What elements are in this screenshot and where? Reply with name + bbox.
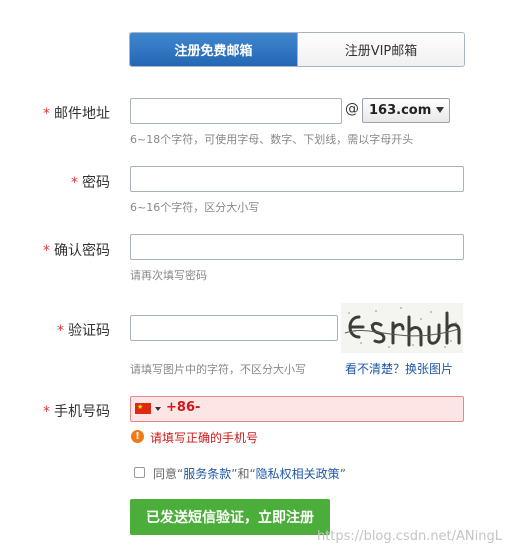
password-hint: 6~16个字符，区分大小写 xyxy=(130,201,260,214)
email-domain-value: 163.com xyxy=(369,103,432,118)
country-code: +86- xyxy=(166,400,201,415)
agreement-text: 同意“服务条款”和“隐私权相关政策” xyxy=(153,465,346,482)
required-mark: * xyxy=(71,175,78,191)
password-label: * 密码 xyxy=(0,172,110,192)
phone-error-message: 请填写正确的手机号 xyxy=(150,431,259,445)
submit-register-button[interactable]: 已发送短信验证，立即注册 xyxy=(130,499,330,535)
captcha-hint: 请填写图片中的字符，不区分大小写 xyxy=(130,363,306,376)
agreement-suffix: ” xyxy=(339,467,346,481)
email-label: * 邮件地址 xyxy=(0,103,110,123)
watermark: https://blog.csdn.net/ANingL xyxy=(316,529,502,544)
terms-link[interactable]: 服务条款 xyxy=(183,467,231,481)
password-input[interactable] xyxy=(130,166,464,192)
chevron-down-icon xyxy=(436,107,444,113)
tab-vip-mail[interactable]: 注册VIP邮箱 xyxy=(297,33,464,66)
agreement-prefix: 同意“ xyxy=(153,467,184,481)
at-sign: @ xyxy=(345,101,359,117)
captcha-input[interactable] xyxy=(130,315,338,341)
phone-label-text: 手机号码 xyxy=(54,404,110,420)
password-label-text: 密码 xyxy=(82,175,110,191)
confirm-password-hint: 请再次填写密码 xyxy=(130,269,207,282)
required-mark: * xyxy=(43,243,50,259)
register-type-tabs: 注册免费邮箱 注册VIP邮箱 xyxy=(129,32,465,67)
email-domain-select[interactable]: 163.com xyxy=(362,98,450,123)
captcha-refresh-link[interactable]: 看不清楚？换张图片 xyxy=(345,360,453,377)
privacy-link[interactable]: 隐私权相关政策 xyxy=(256,467,340,481)
confirm-password-input[interactable] xyxy=(130,234,464,260)
confirm-password-label-text: 确认密码 xyxy=(54,243,110,259)
required-mark: * xyxy=(43,404,50,420)
captcha-image[interactable] xyxy=(341,303,463,353)
email-label-text: 邮件地址 xyxy=(54,106,110,122)
confirm-password-label: * 确认密码 xyxy=(0,240,110,260)
captcha-label: * 验证码 xyxy=(0,320,110,340)
warning-icon: ! xyxy=(131,430,144,443)
flag-star-icon: ★ xyxy=(137,403,144,411)
agreement-middle: ”和“ xyxy=(231,467,256,481)
captcha-graphic xyxy=(341,303,463,353)
tab-free-mail[interactable]: 注册免费邮箱 xyxy=(130,33,297,66)
agree-checkbox[interactable] xyxy=(134,467,145,478)
phone-label: * 手机号码 xyxy=(0,401,110,421)
email-input[interactable] xyxy=(130,98,342,124)
required-mark: * xyxy=(57,323,64,339)
required-mark: * xyxy=(43,106,50,122)
country-dropdown-icon[interactable] xyxy=(155,407,161,411)
captcha-label-text: 验证码 xyxy=(68,323,110,339)
email-hint: 6~18个字符，可使用字母、数字、下划线，需以字母开头 xyxy=(130,133,414,146)
china-flag-icon[interactable]: ★ xyxy=(135,403,151,414)
